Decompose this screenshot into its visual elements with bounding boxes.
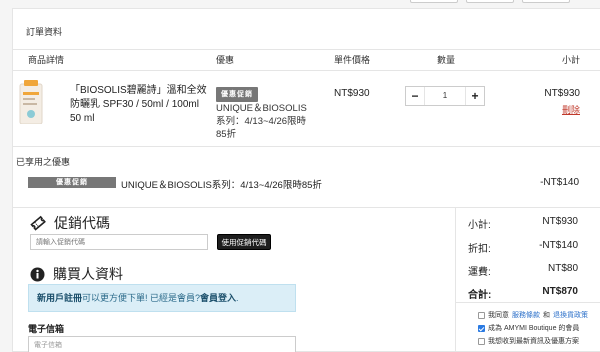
summary-subtotal-label: 小計: bbox=[468, 220, 491, 231]
toolbar-button[interactable] bbox=[410, 0, 458, 3]
qty-minus-button[interactable]: − bbox=[406, 89, 424, 103]
applied-promo-amount: -NT$140 bbox=[540, 177, 579, 188]
agree-terms: 我同意 服務條款和退換貨政策 bbox=[478, 310, 588, 320]
header-unit-price: 單件價格 bbox=[334, 55, 371, 65]
newsletter-optin: 我想收到最新資訊及優惠方案 bbox=[478, 336, 579, 346]
summary-shipping: NT$80 bbox=[547, 263, 578, 274]
promo-text: 85折 bbox=[216, 129, 237, 140]
login-notice: 新用戶註冊可以更方便下單! 已經是會員?會員登入. bbox=[28, 284, 296, 312]
member-checkbox[interactable] bbox=[478, 324, 485, 332]
notice-end: . bbox=[236, 293, 239, 303]
become-member: 成為 AMYMI Boutique 的會員 bbox=[478, 323, 579, 333]
header-promo: 優惠 bbox=[216, 55, 235, 65]
summary-discount: -NT$140 bbox=[539, 240, 578, 251]
buyer-heading: 購買人資料 bbox=[30, 264, 123, 284]
applied-promo-badge: 優惠促銷 bbox=[28, 177, 116, 188]
quantity-stepper: − 1 + bbox=[405, 86, 485, 106]
apply-coupon-button[interactable]: 使用促銷代碼 bbox=[217, 234, 271, 250]
coupon-heading: 促銷代碼 bbox=[30, 213, 110, 233]
header-product: 商品詳情 bbox=[28, 55, 65, 65]
buyer-title: 購買人資料 bbox=[53, 266, 123, 282]
summary-subtotal: NT$930 bbox=[542, 216, 578, 227]
login-link[interactable]: 會員登入 bbox=[200, 293, 236, 303]
product-name-line: 「BIOSOLIS碧麗詩」溫和全效 bbox=[70, 85, 207, 96]
promo-info: 優惠促銷 UNIQUE＆BIOSOLIS 系列：4/13~4/26限時 85折 bbox=[216, 87, 312, 141]
product-name-line: 防曬乳 SPF30 / 50ml / 100ml bbox=[70, 99, 199, 110]
terms-and: 和 bbox=[543, 312, 550, 319]
terms-checkbox[interactable] bbox=[478, 311, 485, 319]
coupon-title: 促銷代碼 bbox=[54, 215, 110, 231]
product-variant: 50 ml bbox=[70, 113, 95, 124]
promo-text: 系列：4/13~4/26限時 bbox=[216, 116, 307, 127]
terms-link[interactable]: 服務條款 bbox=[512, 310, 540, 320]
summary-total-label: 合計: bbox=[468, 290, 492, 301]
toolbar-button[interactable] bbox=[522, 0, 570, 3]
newsletter-text: 我想收到最新資訊及優惠方案 bbox=[488, 338, 579, 345]
divider bbox=[455, 208, 456, 352]
applied-promo-description: UNIQUE＆BIOSOLIS系列：4/13~4/26限時85折 bbox=[121, 180, 322, 191]
divider bbox=[13, 49, 600, 50]
info-icon bbox=[30, 267, 45, 281]
applied-discounts-title: 已享用之優惠 bbox=[16, 157, 71, 167]
member-text: 成為 AMYMI Boutique 的會員 bbox=[488, 325, 580, 332]
order-section-title: 訂單資料 bbox=[26, 27, 63, 37]
delete-link[interactable]: 刪除 bbox=[562, 103, 580, 116]
summary-shipping-label: 運費: bbox=[468, 267, 491, 278]
product-name[interactable]: 「BIOSOLIS碧麗詩」溫和全效 防曬乳 SPF30 / 50ml / 100… bbox=[70, 84, 218, 126]
terms-text: 我同意 bbox=[488, 312, 509, 319]
email-field[interactable]: 電子信箱 bbox=[28, 336, 296, 352]
item-subtotal: NT$930 bbox=[544, 88, 580, 99]
return-policy-link[interactable]: 退換貨政策 bbox=[553, 310, 588, 320]
divider bbox=[456, 302, 600, 303]
promo-text: UNIQUE＆BIOSOLIS bbox=[216, 103, 307, 114]
newsletter-checkbox[interactable] bbox=[478, 337, 485, 345]
product-image[interactable] bbox=[18, 80, 44, 124]
divider bbox=[12, 146, 600, 147]
qty-input[interactable]: 1 bbox=[424, 87, 466, 105]
toolbar-button[interactable] bbox=[466, 0, 514, 3]
ticket-icon bbox=[30, 215, 46, 231]
divider bbox=[12, 207, 600, 208]
summary-discount-label: 折扣: bbox=[468, 244, 491, 255]
divider bbox=[12, 70, 600, 71]
coupon-input[interactable] bbox=[30, 234, 208, 250]
unit-price: NT$930 bbox=[334, 88, 370, 99]
header-qty: 數量 bbox=[437, 55, 456, 65]
register-link[interactable]: 新用戶註冊 bbox=[37, 293, 82, 303]
summary-total: NT$870 bbox=[542, 286, 578, 297]
notice-text: 可以更方便下單! 已經是會員? bbox=[82, 293, 201, 303]
email-label: 電子信箱 bbox=[28, 324, 65, 334]
promo-badge: 優惠促銷 bbox=[216, 87, 258, 102]
qty-plus-button[interactable]: + bbox=[466, 89, 484, 103]
header-subtotal: 小計 bbox=[561, 55, 580, 65]
